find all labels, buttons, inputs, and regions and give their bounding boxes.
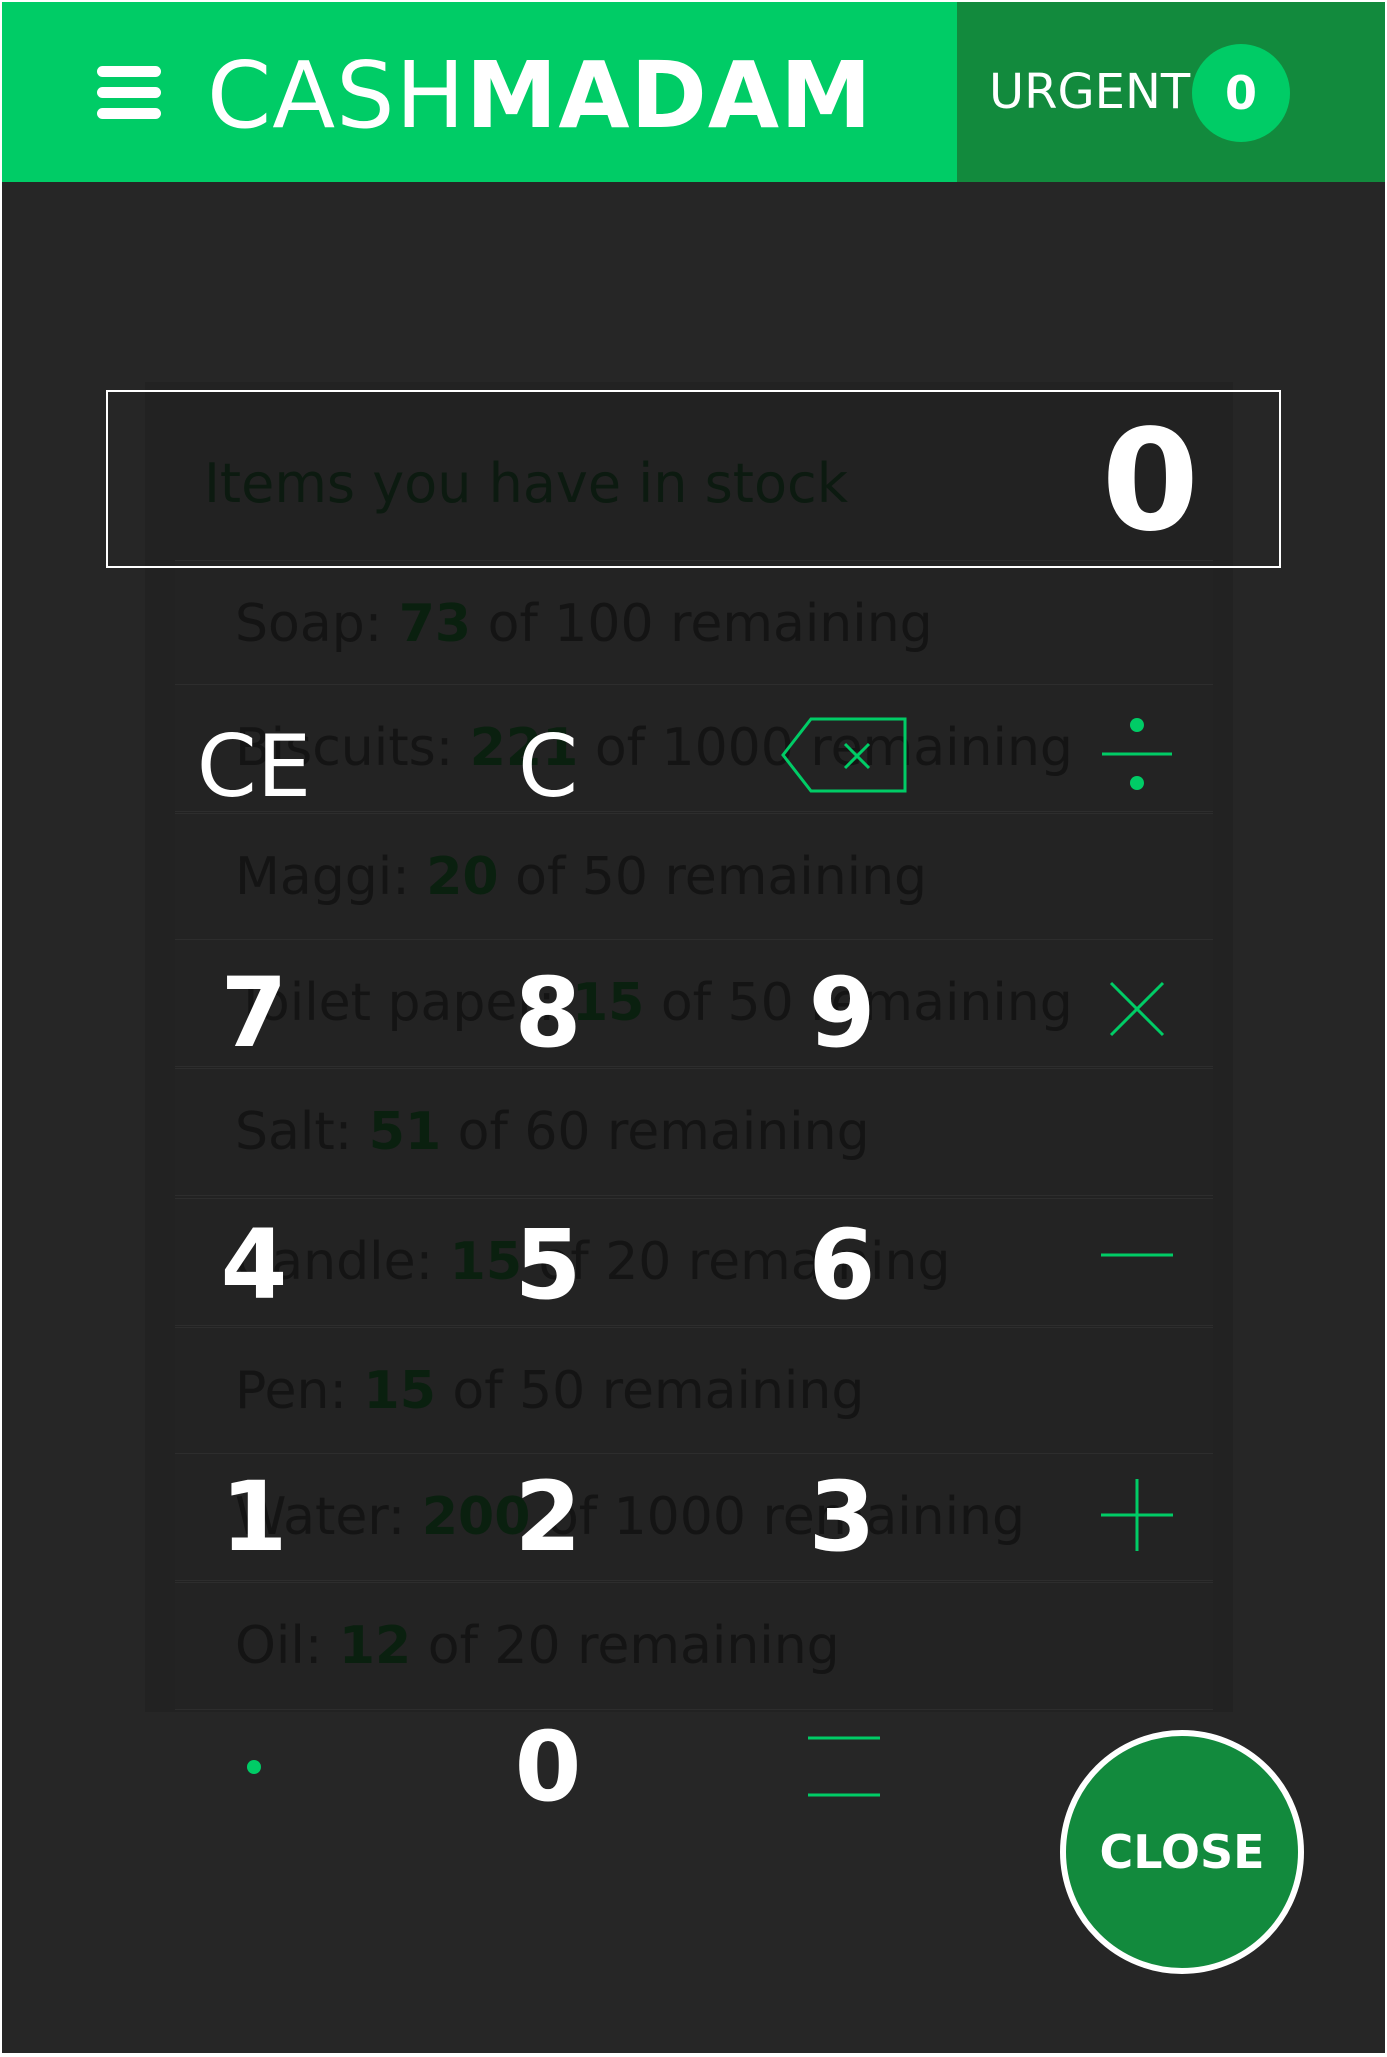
clear-label: C <box>517 717 579 817</box>
add-button[interactable] <box>1037 1450 1237 1580</box>
urgent-panel[interactable]: URGENT 0 <box>957 2 1385 182</box>
stock-list-item[interactable]: Soap: 73 of 100 remaining <box>175 560 1213 688</box>
divide-button[interactable] <box>1037 690 1237 820</box>
key-9[interactable]: 9 <box>742 948 942 1078</box>
key-0-label: 0 <box>514 1711 582 1823</box>
key-9-label: 9 <box>808 957 876 1069</box>
key-7-label: 7 <box>220 957 288 1069</box>
stock-item-text: Salt: 51 of 60 remaining <box>235 1069 870 1195</box>
backspace-icon <box>781 717 907 793</box>
clear-entry-label: CE <box>196 717 312 817</box>
stock-item-text: Soap: 73 of 100 remaining <box>235 561 933 687</box>
stock-list-item[interactable]: Oil: 12 of 20 remaining <box>175 1582 1213 1710</box>
hamburger-menu-icon[interactable] <box>97 64 163 122</box>
key-6-label: 6 <box>808 1209 876 1321</box>
stock-item-name: Oil: <box>235 1616 323 1676</box>
key-3[interactable]: 3 <box>742 1452 942 1582</box>
clear-button[interactable]: C <box>448 702 648 832</box>
key-2[interactable]: 2 <box>448 1452 648 1582</box>
calculator-app: CASHMADAM URGENT 0 Soap: 73 of 100 remai… <box>2 2 1385 2053</box>
multiply-button[interactable] <box>1037 944 1237 1074</box>
close-button[interactable]: CLOSE <box>1060 1730 1304 1974</box>
key-8[interactable]: 8 <box>448 948 648 1078</box>
urgent-label: URGENT <box>989 64 1191 120</box>
stock-item-text: Pen: 15 of 50 remaining <box>235 1328 864 1454</box>
key-1-label: 1 <box>220 1461 288 1573</box>
clear-entry-button[interactable]: CE <box>154 702 354 832</box>
stock-list-item[interactable]: Maggi: 20 of 50 remaining <box>175 813 1213 941</box>
stock-item-text: Toilet paper: 15 of 50 remaining <box>235 940 1073 1066</box>
key-6[interactable]: 6 <box>742 1200 942 1330</box>
stock-item-name: Salt: <box>235 1102 353 1162</box>
stock-item-capacity: of 100 remaining <box>487 594 933 654</box>
stock-item-text: Biscuits: 221 of 1000 remaining <box>235 685 1073 811</box>
multiply-icon <box>1109 981 1165 1037</box>
display-label: Items you have in stock <box>204 452 848 515</box>
key-8-label: 8 <box>514 957 582 1069</box>
stock-item-quantity: 51 <box>368 1102 442 1162</box>
stock-item-capacity: of 50 remaining <box>452 1361 865 1421</box>
key-0[interactable]: 0 <box>448 1702 648 1832</box>
stock-item-quantity: 73 <box>398 594 472 654</box>
calculator-display: Items you have in stock 0 <box>106 390 1281 568</box>
subtract-button[interactable] <box>1037 1190 1237 1320</box>
stock-item-name: Pen: <box>235 1361 347 1421</box>
stock-item-name: Maggi: <box>235 847 410 907</box>
key-5-label: 5 <box>514 1209 582 1321</box>
stock-item-capacity: of 60 remaining <box>457 1102 870 1162</box>
key-3-label: 3 <box>808 1461 876 1573</box>
key-7[interactable]: 7 <box>154 948 354 1078</box>
stock-list-item[interactable]: Salt: 51 of 60 remaining <box>175 1068 1213 1196</box>
stock-item-capacity: of 20 remaining <box>427 1616 840 1676</box>
decimal-point-icon <box>247 1760 261 1774</box>
divide-icon <box>1102 718 1172 790</box>
key-2-label: 2 <box>514 1461 582 1573</box>
stock-item-text: Maggi: 20 of 50 remaining <box>235 814 927 940</box>
backspace-button[interactable] <box>744 690 944 820</box>
stock-item-capacity: of 50 remaining <box>515 847 928 907</box>
decimal-point-button[interactable] <box>154 1702 354 1832</box>
stock-list-item[interactable]: Pen: 15 of 50 remaining <box>175 1327 1213 1455</box>
equals-icon <box>808 1736 880 1797</box>
urgent-count-badge: 0 <box>1192 44 1290 142</box>
stock-item-quantity: 12 <box>338 1616 412 1676</box>
logo-text-light: CASH <box>207 42 466 149</box>
app-logo: CASHMADAM <box>207 32 873 152</box>
plus-icon <box>1101 1479 1173 1551</box>
stock-item-text: Oil: 12 of 20 remaining <box>235 1583 840 1709</box>
key-1[interactable]: 1 <box>154 1452 354 1582</box>
minus-icon <box>1101 1253 1173 1257</box>
equals-button[interactable] <box>744 1702 944 1832</box>
display-value: 0 <box>1101 400 1199 563</box>
key-4[interactable]: 4 <box>154 1200 354 1330</box>
key-5[interactable]: 5 <box>448 1200 648 1330</box>
key-4-label: 4 <box>220 1209 288 1321</box>
stock-item-quantity: 15 <box>363 1361 436 1421</box>
stock-item-quantity: 20 <box>426 847 499 907</box>
app-header: CASHMADAM URGENT 0 <box>2 2 1385 182</box>
logo-text-bold: MADAM <box>465 42 873 149</box>
stock-item-name: Soap: <box>235 594 383 654</box>
